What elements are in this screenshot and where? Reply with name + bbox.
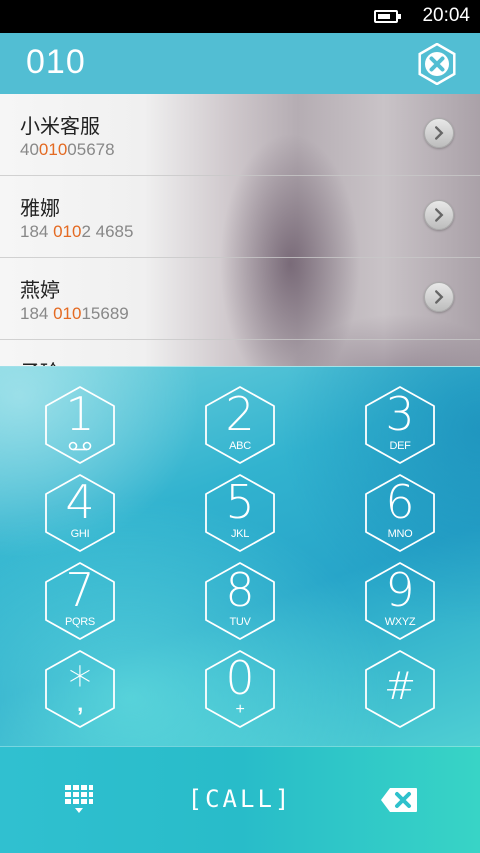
contact-row[interactable]: 小米客服 4001005678 (0, 94, 480, 176)
key-digit: 5 (225, 475, 255, 529)
key-7[interactable]: 7 PQRS (43, 561, 117, 641)
contact-name: 小米客服 (20, 114, 100, 138)
key-digit: 7 (65, 563, 95, 617)
key-4[interactable]: 4 GHI (43, 473, 117, 553)
contact-results-list: 小米客服 4001005678 雅娜 184 0102 4685 燕婷 184 … (0, 94, 480, 366)
contact-row[interactable]: 雅娜 184 0102 4685 (0, 176, 480, 258)
key-9[interactable]: 9 WXYZ (363, 561, 437, 641)
key-digit: # (384, 664, 416, 708)
contact-name: 子玲 (20, 356, 60, 366)
key-1[interactable]: 1 (43, 385, 117, 465)
contact-name: 燕婷 (20, 278, 60, 302)
dial-keypad: 1 2 ABC 3 DEF 4 GHI 5 JKL 6 MNO 7 PQRS 8… (0, 366, 480, 746)
contact-row[interactable]: 子玲 (0, 340, 480, 366)
contact-phone: 4001005678 (20, 140, 115, 159)
key-letters: TUV (229, 616, 251, 628)
voicemail-icon (68, 441, 92, 451)
key-letters: PQRS (65, 616, 95, 628)
status-bar: 20:04 (0, 0, 480, 33)
close-icon[interactable] (416, 43, 458, 85)
key-digit: 3 (385, 387, 415, 441)
key-3[interactable]: 3 DEF (363, 385, 437, 465)
key-letters: ABC (229, 440, 251, 452)
key-star[interactable]: * , (43, 649, 117, 729)
contact-name: 雅娜 (20, 196, 60, 220)
key-digit: 9 (385, 563, 415, 617)
bottom-action-bar: [CALL] (0, 746, 480, 853)
key-letters: JKL (230, 528, 250, 540)
key-digit: 8 (225, 563, 255, 617)
key-hash[interactable]: # (363, 649, 437, 729)
contact-row[interactable]: 燕婷 184 01015689 (0, 258, 480, 340)
chevron-right-icon[interactable] (424, 282, 454, 312)
key-digit: 2 (225, 387, 255, 441)
dialer-header: 010 (0, 33, 480, 94)
key-letters: , (77, 691, 83, 716)
status-time: 20:04 (422, 5, 470, 26)
backspace-icon[interactable] (380, 787, 418, 813)
key-digit: 4 (65, 475, 95, 529)
key-5[interactable]: 5 JKL (203, 473, 277, 553)
contact-phone: 184 01015689 (20, 304, 129, 323)
key-digit: 6 (385, 475, 415, 529)
key-6[interactable]: 6 MNO (363, 473, 437, 553)
dialed-number: 010 (26, 43, 86, 81)
chevron-right-icon[interactable] (424, 200, 454, 230)
key-letters: WXYZ (384, 616, 416, 628)
key-letters: MNO (387, 528, 413, 540)
contact-phone: 184 0102 4685 (20, 222, 134, 241)
key-2[interactable]: 2 ABC (203, 385, 277, 465)
key-8[interactable]: 8 TUV (203, 561, 277, 641)
key-digit: 0 (225, 651, 255, 705)
battery-icon (374, 10, 401, 23)
key-0[interactable]: 0 + (203, 649, 277, 729)
key-letters: + (235, 701, 245, 718)
chevron-right-icon[interactable] (424, 118, 454, 148)
key-digit: 1 (65, 387, 95, 441)
key-letters: GHI (70, 528, 90, 540)
key-letters: DEF (389, 440, 411, 452)
